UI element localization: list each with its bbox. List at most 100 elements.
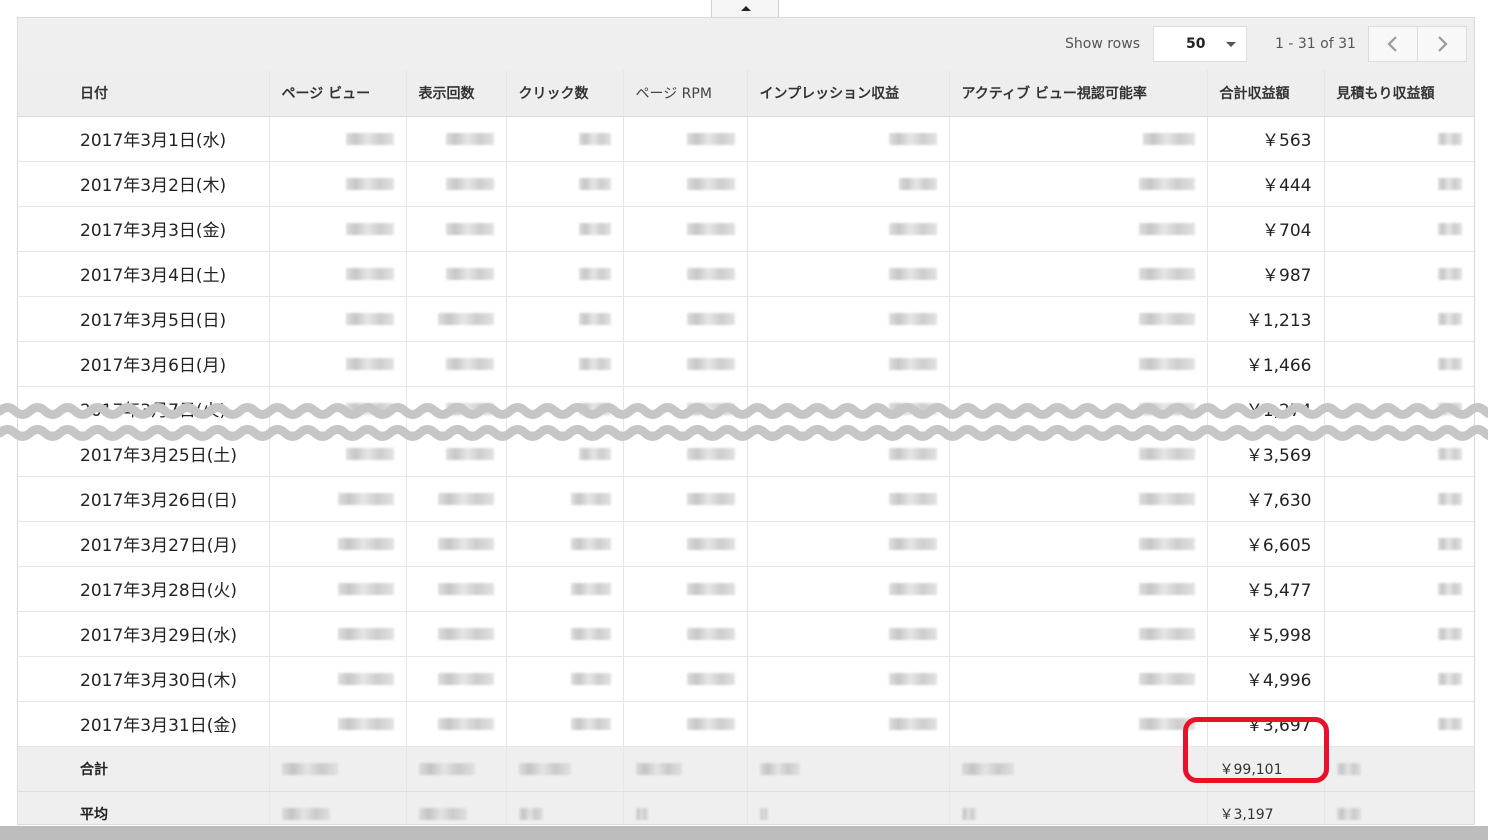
- chevron-left-icon: [1387, 36, 1397, 52]
- cell-obscured: [1324, 656, 1474, 702]
- cell-obscured: [747, 116, 950, 162]
- cell-obscured: [1324, 566, 1474, 612]
- cell-obscured: [747, 791, 950, 824]
- cell-obscured: [623, 296, 748, 342]
- column-header[interactable]: ページ RPM: [623, 70, 748, 117]
- cell-obscured: [406, 566, 507, 612]
- table-pager: Show rows 50 1 - 31 of 31: [18, 18, 1474, 70]
- cell-obscured: [747, 566, 950, 612]
- cell-obscured: [623, 206, 748, 252]
- cell-obscured: [406, 206, 507, 252]
- date-cell: 2017年3月30日(木): [18, 656, 270, 702]
- cell-obscured: [506, 701, 624, 747]
- cell-obscured: [949, 656, 1208, 702]
- column-header[interactable]: アクティブ ビュー視認可能率: [949, 70, 1208, 117]
- table-row: 2017年3月5日(日) ￥1,213: [18, 296, 1474, 342]
- cell-obscured: [747, 521, 950, 567]
- bottom-scrollbar-track[interactable]: [0, 826, 1488, 840]
- cell-obscured: [949, 701, 1208, 747]
- cell-obscured: [623, 251, 748, 297]
- cell-obscured: [406, 656, 507, 702]
- date-cell: 2017年3月6日(月): [18, 341, 270, 387]
- date-cell: 2017年3月29日(水): [18, 611, 270, 657]
- date-cell: 2017年3月1日(水): [18, 116, 270, 162]
- next-page-button[interactable]: [1417, 26, 1467, 62]
- cell-obscured: [506, 341, 624, 387]
- cell-obscured: [269, 161, 407, 207]
- cell-obscured: [506, 296, 624, 342]
- cell-obscured: [623, 476, 748, 522]
- cell-obscured: [506, 116, 624, 162]
- cell-obscured: [747, 251, 950, 297]
- cell-obscured: [623, 161, 748, 207]
- cell-obscured: [623, 791, 748, 824]
- column-header[interactable]: インプレッション収益: [747, 70, 950, 117]
- column-header[interactable]: ページ ビュー: [269, 70, 407, 117]
- date-cell: 2017年3月2日(木): [18, 161, 270, 207]
- cell-obscured: [949, 746, 1208, 792]
- cell-obscured: [406, 746, 507, 792]
- cell-obscured: [623, 116, 748, 162]
- column-header[interactable]: クリック数: [506, 70, 624, 117]
- cell-obscured: [949, 791, 1208, 824]
- cell-obscured: [269, 701, 407, 747]
- cell-obscured: [269, 521, 407, 567]
- pagination-range: 1 - 31 of 31: [1275, 36, 1356, 52]
- table-row: 2017年3月6日(月) ￥1,466: [18, 341, 1474, 387]
- collapse-toggle-tab[interactable]: [711, 0, 779, 18]
- previous-page-button[interactable]: [1368, 26, 1418, 62]
- cell-obscured: [747, 206, 950, 252]
- cell-obscured: [506, 611, 624, 657]
- column-header[interactable]: 合計収益額: [1207, 70, 1325, 117]
- cell-obscured: [1324, 341, 1474, 387]
- column-header[interactable]: 表示回数: [406, 70, 507, 117]
- cell-obscured: [747, 341, 950, 387]
- cell-obscured: [269, 746, 407, 792]
- cell-obscured: [747, 161, 950, 207]
- table-row: 2017年3月2日(木) ￥444: [18, 161, 1474, 207]
- cell-obscured: [269, 566, 407, 612]
- cell-obscured: [623, 656, 748, 702]
- cell-obscured: [406, 611, 507, 657]
- cell-obscured: [747, 476, 950, 522]
- caret-up-icon: [741, 6, 751, 11]
- revenue-cell: ￥1,466: [1207, 341, 1325, 387]
- revenue-cell: ￥444: [1207, 161, 1325, 207]
- cell-obscured: [269, 791, 407, 824]
- cell-obscured: [949, 341, 1208, 387]
- cell-obscured: [949, 611, 1208, 657]
- cell-obscured: [1324, 791, 1474, 824]
- column-header[interactable]: 見積もり収益額: [1324, 70, 1474, 117]
- revenue-cell: ￥563: [1207, 116, 1325, 162]
- table-header-row: 日付 ページ ビュー 表示回数 クリック数 ページ RPM インプレッション収益 アクティブ…: [18, 70, 1474, 117]
- date-cell: 2017年3月26日(日): [18, 476, 270, 522]
- revenue-cell: ￥704: [1207, 206, 1325, 252]
- dropdown-caret-icon: [1226, 42, 1236, 47]
- cell-obscured: [406, 161, 507, 207]
- cell-obscured: [623, 611, 748, 657]
- cell-obscured: [506, 746, 624, 792]
- cell-obscured: [747, 611, 950, 657]
- cell-obscured: [269, 116, 407, 162]
- revenue-cell: ￥7,630: [1207, 476, 1325, 522]
- totals-label: 合計: [18, 746, 270, 792]
- cell-obscured: [949, 566, 1208, 612]
- cell-obscured: [949, 206, 1208, 252]
- column-header[interactable]: 日付: [18, 70, 270, 117]
- table-row: 2017年3月3日(金) ￥704: [18, 206, 1474, 252]
- cell-obscured: [506, 476, 624, 522]
- rows-per-page-select[interactable]: 50: [1153, 26, 1247, 62]
- average-revenue: ￥3,197: [1207, 791, 1325, 824]
- date-cell: 2017年3月5日(日): [18, 296, 270, 342]
- cell-obscured: [406, 476, 507, 522]
- table-row: 2017年3月30日(木) ￥4,996: [18, 656, 1474, 702]
- cell-obscured: [269, 251, 407, 297]
- cell-obscured: [269, 296, 407, 342]
- cell-obscured: [949, 521, 1208, 567]
- cell-obscured: [506, 206, 624, 252]
- cell-obscured: [506, 251, 624, 297]
- cell-obscured: [506, 161, 624, 207]
- cell-obscured: [1324, 611, 1474, 657]
- cell-obscured: [269, 206, 407, 252]
- cell-obscured: [406, 701, 507, 747]
